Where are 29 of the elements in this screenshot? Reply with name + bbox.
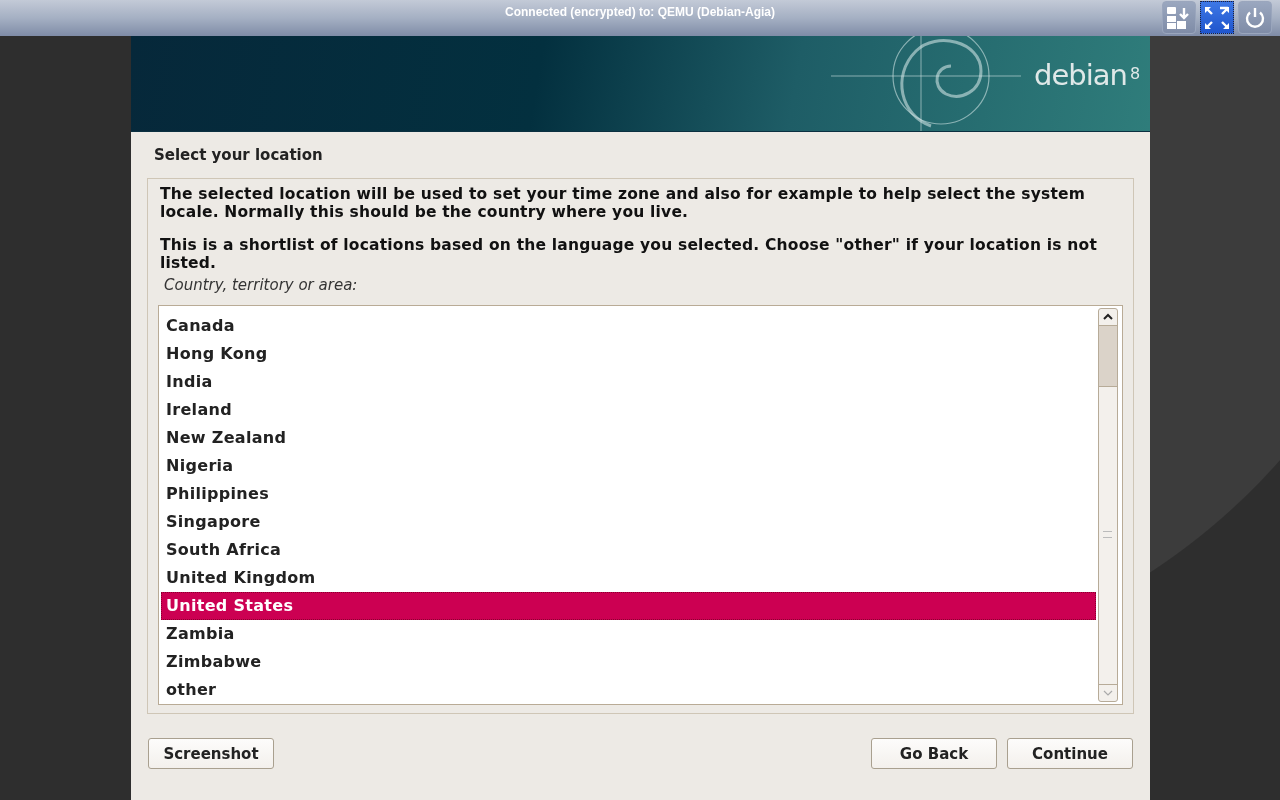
fullscreen-button[interactable] xyxy=(1200,1,1234,34)
description-paragraph: This is a shortlist of locations based on the language you selected. Choose "other" if your location is not listed. xyxy=(160,236,1098,272)
debian-logo: debian$^{8}$ xyxy=(1034,58,1141,92)
country-item[interactable]: Hong Kong xyxy=(161,340,1096,368)
connection-title: Connected (encrypted) to: QEMU (Debian-Agia) xyxy=(505,5,775,19)
wizard-button[interactable]: Continue xyxy=(1007,738,1133,769)
country-item[interactable]: Zambia xyxy=(161,620,1096,648)
description-paragraph: The selected location will be used to set your time zone and also for example to help select the system locale. Normally this should be the country where you live. xyxy=(160,185,1087,221)
grip-icon xyxy=(1103,531,1112,538)
power-icon xyxy=(1243,5,1267,30)
country-item[interactable]: South Africa xyxy=(161,536,1096,564)
country-item[interactable]: Nigeria xyxy=(161,452,1096,480)
page-title: Select your location xyxy=(153,145,324,166)
country-item[interactable]: Philippines xyxy=(161,480,1096,508)
scrollbar-thumb[interactable] xyxy=(1099,326,1117,387)
country-item[interactable]: Ireland xyxy=(161,396,1096,424)
country-item[interactable]: other xyxy=(161,676,1096,704)
country-item[interactable]: India xyxy=(161,368,1096,396)
country-item[interactable]: New Zealand xyxy=(161,424,1096,452)
country-item[interactable]: Singapore xyxy=(161,508,1096,536)
country-item[interactable]: United States xyxy=(161,592,1096,620)
blocks-arrow-icon xyxy=(1166,5,1192,30)
wizard-button[interactable]: Go Back xyxy=(871,738,997,769)
country-item[interactable]: Zimbabwe xyxy=(161,648,1096,676)
country-item[interactable]: Canada xyxy=(161,312,1096,340)
fullscreen-icon xyxy=(1203,4,1231,31)
list-label: Country, territory or area: xyxy=(164,276,359,294)
country-item[interactable]: United Kingdom xyxy=(161,564,1096,592)
screenshot-button[interactable]: Screenshot xyxy=(148,738,274,769)
